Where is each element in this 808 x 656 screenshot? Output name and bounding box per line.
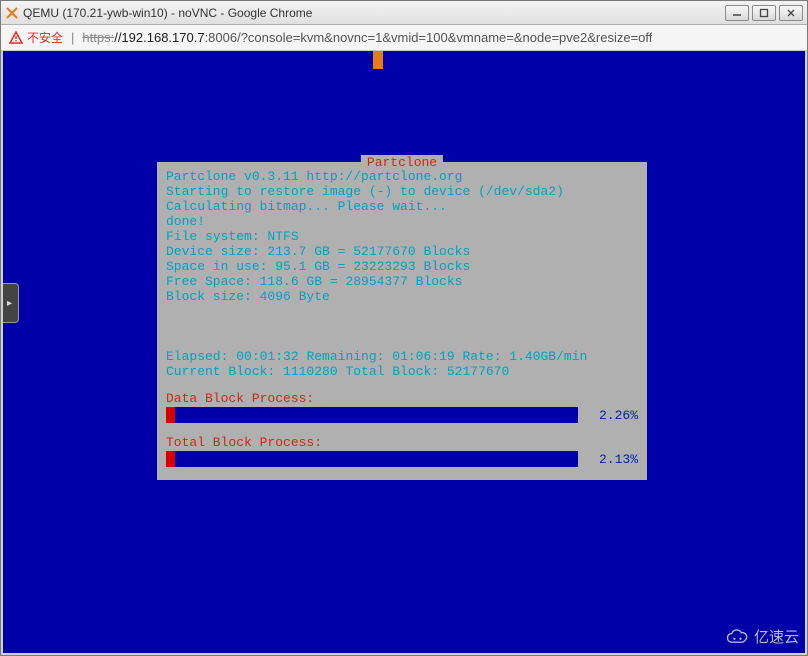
address-bar[interactable]: 不安全 | https://192.168.170.7:8006/?consol… <box>1 25 807 51</box>
total-block-row: 2.13% <box>166 451 638 467</box>
pc-blk-value: 4096 Byte <box>260 289 330 304</box>
close-button[interactable] <box>779 5 803 21</box>
minimize-button[interactable] <box>725 5 749 21</box>
data-block-label: Data Block Process: <box>166 391 638 406</box>
pc-free-value: 118.6 GB = 28954377 Blocks <box>260 274 463 289</box>
partclone-stats: Elapsed: 00:01:32 Remaining: 01:06:19 Ra… <box>166 349 638 379</box>
url-separator: | <box>71 30 74 45</box>
pc-start-line-b: (/dev/sda2) <box>478 184 564 199</box>
pc-dev-label: Device size: <box>166 244 267 259</box>
data-block-bar <box>166 407 578 423</box>
chrome-window: QEMU (170.21-ywb-win10) - noVNC - Google… <box>0 0 808 656</box>
pc-fs-label: File system: <box>166 229 267 244</box>
text-cursor <box>373 51 383 69</box>
watermark: 亿速云 <box>724 626 799 647</box>
pc-totblk-value: 52177670 <box>447 364 509 379</box>
pc-remaining-value: 01:06:19 <box>392 349 454 364</box>
pc-done-line: done! <box>166 214 205 229</box>
pc-totblk-label: Total Block: <box>338 364 447 379</box>
pc-free-label: Free Space: <box>166 274 260 289</box>
total-block-label: Total Block Process: <box>166 435 638 450</box>
window-controls <box>725 5 803 21</box>
pc-rate-label: Rate: <box>455 349 510 364</box>
novnc-sidebar-tab[interactable]: ▸ <box>1 283 19 323</box>
vnc-viewport[interactable]: ▸ Partclone Partclone v0.3.11 http://par… <box>1 51 807 655</box>
url-text: https://192.168.170.7:8006/?console=kvm&… <box>82 30 652 45</box>
data-block-row: 2.26% <box>166 407 638 423</box>
pc-blk-label: Block size: <box>166 289 260 304</box>
pc-curblk-label: Current Block: <box>166 364 283 379</box>
insecure-label: 不安全 <box>27 29 63 46</box>
url-host: //192.168.170.7 <box>114 30 204 45</box>
pc-dev-value: 213.7 GB = 52177670 Blocks <box>267 244 470 259</box>
window-titlebar[interactable]: QEMU (170.21-ywb-win10) - noVNC - Google… <box>1 1 807 25</box>
maximize-button[interactable] <box>752 5 776 21</box>
pc-remaining-label: Remaining: <box>299 349 393 364</box>
pc-curblk-value: 1110280 <box>283 364 338 379</box>
spacer <box>166 304 638 349</box>
pc-fs-value: NTFS <box>267 229 298 244</box>
total-block-bar-fill <box>166 451 175 467</box>
url-path: :8006/?console=kvm&novnc=1&vmid=100&vmna… <box>205 30 653 45</box>
data-block-bar-fill <box>166 407 175 423</box>
partclone-dialog-title: Partclone <box>361 155 443 170</box>
pc-start-line-a: Starting to restore image (-) to device <box>166 184 478 199</box>
pc-elapsed-label: Elapsed: <box>166 349 236 364</box>
window-title: QEMU (170.21-ywb-win10) - noVNC - Google… <box>23 6 725 20</box>
pc-rate-value: 1.40GB/min <box>509 349 587 364</box>
app-x-icon <box>5 6 19 20</box>
pc-version-line: Partclone v0.3.11 http://partclone.org <box>166 169 462 184</box>
insecure-warning-icon <box>9 31 23 45</box>
pc-use-label: Space in use: <box>166 259 275 274</box>
pc-elapsed-value: 00:01:32 <box>236 349 298 364</box>
total-block-pct: 2.13% <box>582 452 638 467</box>
url-protocol-strike: https: <box>82 30 114 45</box>
cloud-icon <box>724 628 750 646</box>
partclone-dialog: Partclone Partclone v0.3.11 http://partc… <box>157 162 647 480</box>
partclone-header-block: Partclone v0.3.11 http://partclone.org S… <box>166 169 638 304</box>
pc-use-value: 95.1 GB = 23223293 Blocks <box>275 259 470 274</box>
data-block-pct: 2.26% <box>582 408 638 423</box>
watermark-text: 亿速云 <box>754 626 799 647</box>
total-block-bar <box>166 451 578 467</box>
chevron-right-icon: ▸ <box>7 298 12 309</box>
pc-calc-line: Calculating bitmap... Please wait... <box>166 199 447 214</box>
